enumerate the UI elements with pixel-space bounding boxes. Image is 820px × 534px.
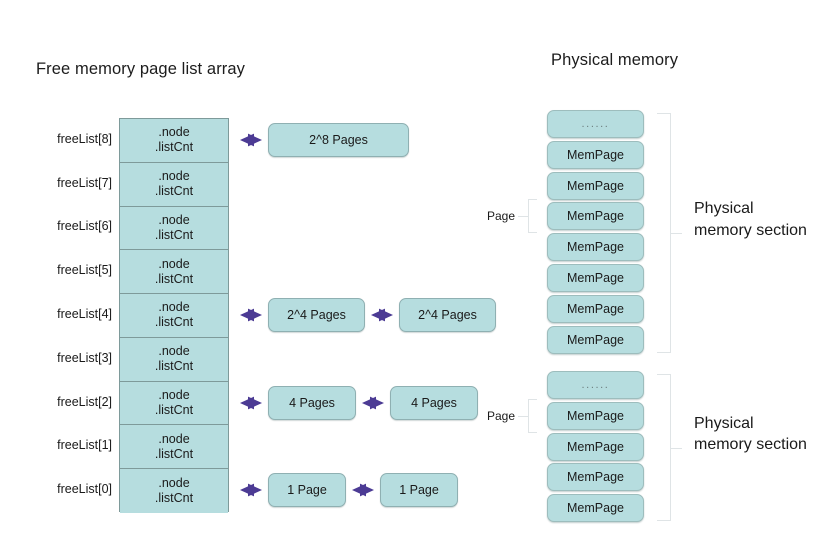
freelist-cell-node-field: .node bbox=[158, 169, 190, 184]
section-bracket bbox=[657, 113, 682, 353]
freelist-cell[interactable]: .node .listCnt bbox=[120, 381, 228, 426]
freelist-cell[interactable]: .node .listCnt bbox=[120, 250, 228, 295]
freelist-cell-node-field: .node bbox=[158, 476, 190, 490]
freelist-cell-listcnt-field: .listCnt bbox=[154, 140, 194, 155]
freelist-index-label: freeList[4] bbox=[57, 307, 112, 321]
freelist-cell-node-field: .node bbox=[158, 300, 190, 315]
freelist-cell-node-field: .node bbox=[158, 125, 190, 140]
freelist-cell-listcnt-field: .listCnt bbox=[154, 446, 194, 461]
freelist-cell-node-field: .node bbox=[158, 387, 190, 402]
freelist-cell[interactable]: .node .listCnt bbox=[120, 294, 228, 338]
bidirectional-arrow bbox=[237, 482, 265, 498]
freelist-cell-node-field: .node bbox=[158, 431, 190, 446]
page-tick-label: Page bbox=[487, 209, 516, 224]
mem-page-box[interactable]: MemPage bbox=[547, 294, 644, 323]
page-tick-label: Page bbox=[487, 408, 516, 423]
freelist-cell[interactable]: .node .listCnt bbox=[120, 469, 228, 513]
freelist-index-label: freeList[1] bbox=[57, 438, 112, 453]
freelist-cell-listcnt-field: .listCnt bbox=[154, 491, 194, 505]
mem-page-box[interactable]: MemPage bbox=[547, 325, 644, 354]
freelist-cell-listcnt-field: .listCnt bbox=[154, 359, 194, 374]
freelist-cell-listcnt-field: .listCnt bbox=[154, 271, 194, 286]
freelist-cell-node-field: .node bbox=[158, 212, 190, 227]
page-bracket bbox=[518, 398, 537, 433]
freelist-cell[interactable]: .node .listCnt bbox=[120, 206, 228, 251]
freelist-array-title: Free memory page list array bbox=[36, 60, 246, 78]
freelist-array: .node .listCnt .node .listCnt .node .listCnt.… bbox=[119, 118, 229, 513]
freelist-index-label: freeList[2] bbox=[57, 394, 112, 409]
freelist-cell-node-field: .node bbox=[158, 256, 190, 271]
mem-page-box[interactable]: MemPage bbox=[547, 494, 644, 523]
page-bracket bbox=[518, 199, 537, 234]
freelist-cell[interactable]: .node .listCnt bbox=[120, 337, 228, 382]
freelist-cell[interactable]: .node .listCnt bbox=[120, 425, 228, 470]
page-chain-node[interactable]: 2^4 Pages bbox=[268, 298, 365, 332]
physical-memory-section-label: Physical memory section bbox=[694, 199, 807, 239]
page-chain-node[interactable]: 4 Pages bbox=[268, 385, 356, 420]
page-chain-node[interactable]: 4 Pages bbox=[390, 385, 478, 420]
freelist-index-label: freeList[3] bbox=[57, 350, 112, 365]
mem-page-box[interactable]: MemPage bbox=[547, 264, 644, 292]
bidirectional-arrow bbox=[237, 307, 265, 323]
mem-page-box[interactable]: MemPage bbox=[547, 140, 644, 169]
bidirectional-arrow bbox=[237, 395, 265, 411]
freelist-index-label: freeList[6] bbox=[57, 219, 112, 234]
mem-page-box[interactable]: MemPage bbox=[547, 432, 644, 461]
page-chain-node[interactable]: 1 Page bbox=[380, 473, 458, 508]
page-chain-node[interactable]: 2^8 Pages bbox=[268, 122, 409, 157]
mem-ellipsis-box[interactable]: ...... bbox=[547, 371, 644, 399]
page-chain-node[interactable]: 1 Page bbox=[268, 473, 346, 508]
mem-page-box[interactable]: MemPage bbox=[547, 401, 644, 430]
freelist-cell[interactable]: .node .listCnt bbox=[120, 119, 228, 163]
mem-page-box[interactable]: MemPage bbox=[547, 171, 644, 200]
freelist-cell-listcnt-field: .listCnt bbox=[154, 315, 194, 330]
freelist-cell-node-field: .node bbox=[158, 344, 190, 359]
mem-page-box[interactable]: MemPage bbox=[547, 202, 644, 231]
mem-ellipsis-box[interactable]: ...... bbox=[547, 110, 644, 138]
mem-page-box[interactable]: MemPage bbox=[547, 463, 644, 492]
freelist-cell-listcnt-field: .listCnt bbox=[154, 227, 194, 242]
freelist-cell-listcnt-field: .listCnt bbox=[154, 184, 194, 199]
freelist-index-label: freeList[7] bbox=[57, 175, 112, 190]
bidirectional-arrow bbox=[368, 307, 396, 323]
freelist-cell[interactable]: .node .listCnt bbox=[120, 162, 228, 207]
bidirectional-arrow bbox=[349, 482, 377, 498]
physical-memory-section-label: Physical memory section bbox=[694, 414, 807, 454]
mem-page-box[interactable]: MemPage bbox=[547, 233, 644, 262]
bidirectional-arrow bbox=[359, 395, 387, 411]
page-chain-node[interactable]: 2^4 Pages bbox=[399, 298, 496, 332]
bidirectional-arrow bbox=[237, 132, 265, 148]
physical-memory-title: Physical memory bbox=[551, 51, 679, 69]
freelist-index-label: freeList[0] bbox=[57, 482, 112, 497]
section-bracket bbox=[657, 374, 682, 522]
freelist-cell-listcnt-field: .listCnt bbox=[154, 402, 194, 417]
freelist-index-label: freeList[8] bbox=[57, 131, 112, 146]
freelist-index-label: freeList[5] bbox=[57, 263, 112, 278]
